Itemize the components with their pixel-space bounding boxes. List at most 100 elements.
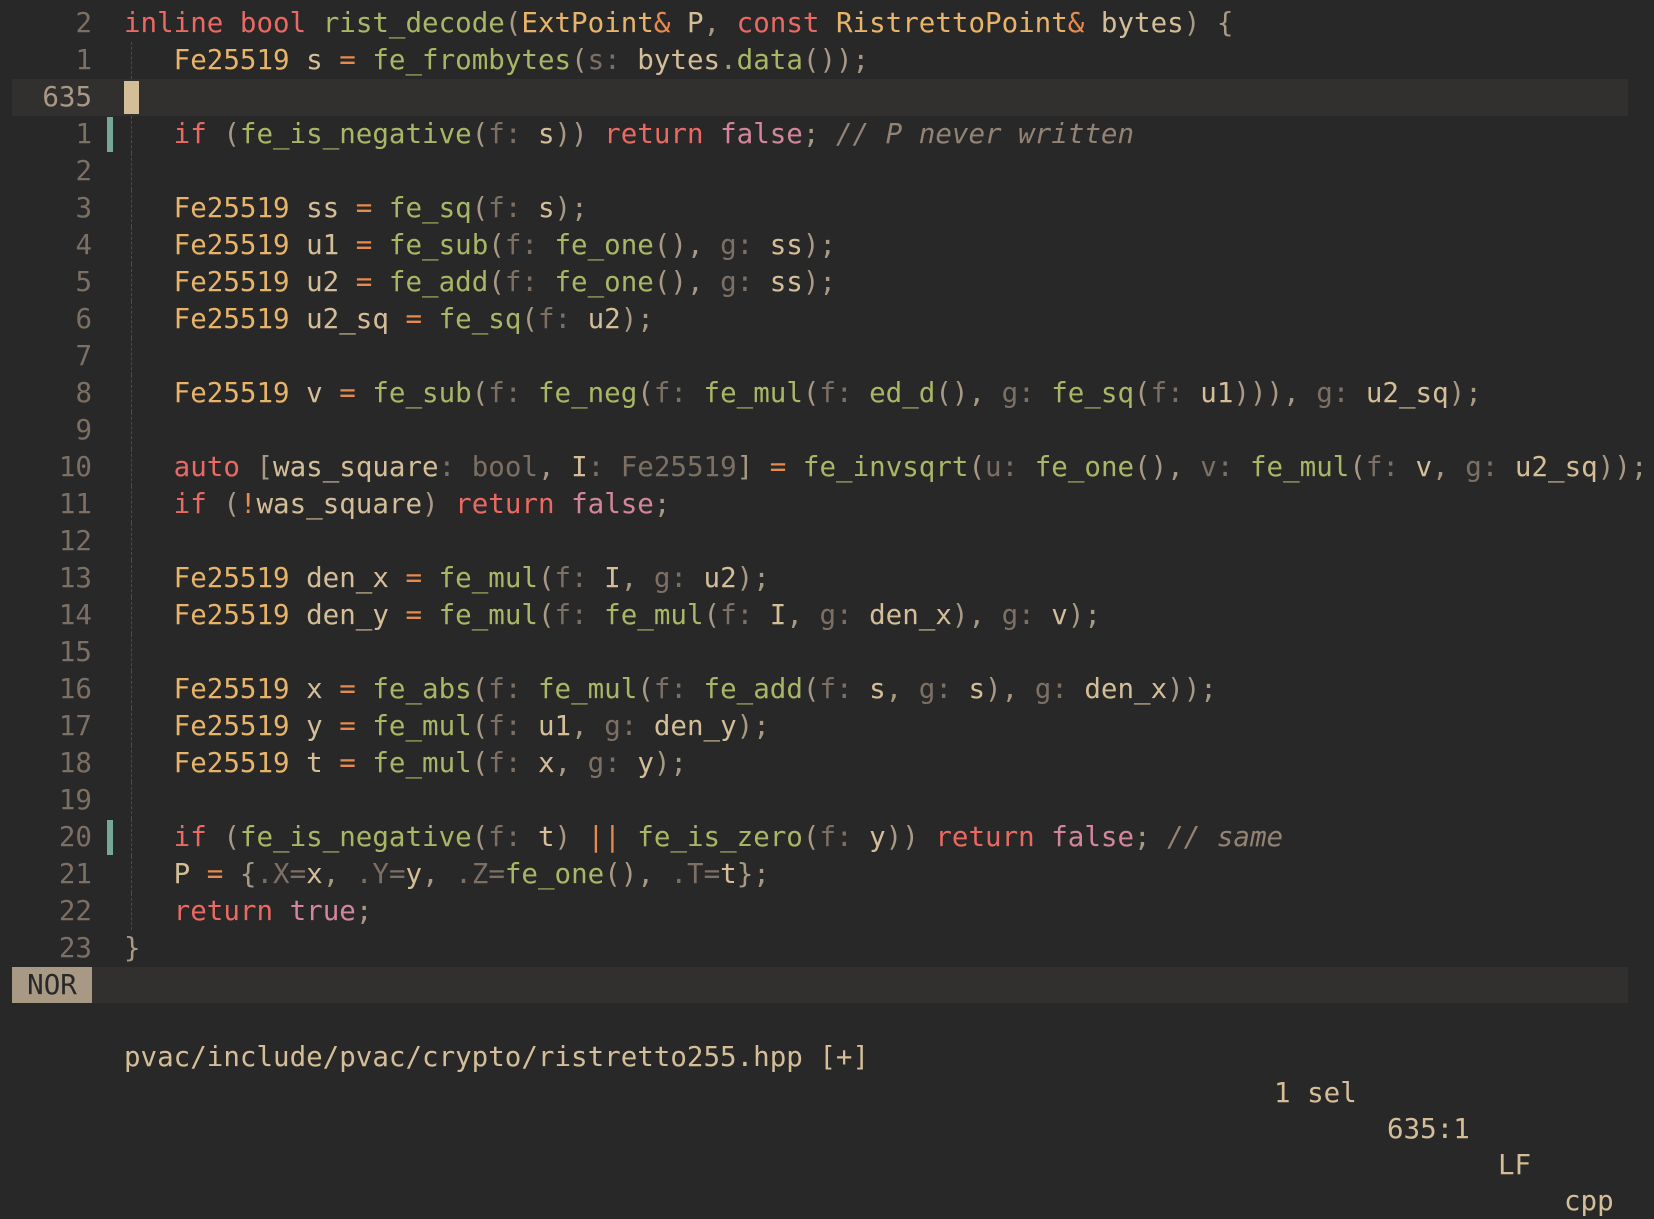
code-line[interactable]: 10 auto [was_square: bool, I: Fe25519] =… <box>0 449 1654 486</box>
code-token: f: <box>819 377 870 409</box>
code-line[interactable]: 12 <box>0 523 1654 560</box>
code-token: I <box>571 451 588 483</box>
code-line[interactable]: 1 Fe25519 s = fe_frombytes(s: bytes.data… <box>0 42 1654 79</box>
code-token: fe_mul <box>438 599 538 631</box>
line-code[interactable]: Fe25519 den_y = fe_mul(f: fe_mul(f: I, g… <box>124 597 1101 634</box>
code-token: , <box>537 451 572 483</box>
code-line[interactable]: 3 Fe25519 ss = fe_sq(f: s); <box>0 190 1654 227</box>
code-token: s <box>306 44 340 76</box>
line-code[interactable]: Fe25519 u2_sq = fe_sq(f: u2); <box>124 301 654 338</box>
line-number: 21 <box>58 858 92 890</box>
code-line[interactable]: 1 if (fe_is_negative(f: s)) return false… <box>0 116 1654 153</box>
code-line[interactable]: 15 <box>0 634 1654 671</box>
code-token: v <box>306 377 340 409</box>
line-code[interactable]: Fe25519 ss = fe_sq(f: s); <box>124 190 588 227</box>
line-code[interactable]: Fe25519 s = fe_frombytes(s: bytes.data()… <box>124 42 869 79</box>
code-token: u2_sq <box>1514 451 1598 483</box>
code-token: = <box>405 599 439 631</box>
line-code[interactable] <box>124 79 139 116</box>
code-token: = <box>769 451 803 483</box>
line-code[interactable]: Fe25519 u1 = fe_sub(f: fe_one(), g: ss); <box>124 227 836 264</box>
line-number: 9 <box>75 414 92 446</box>
code-token: , <box>885 673 919 705</box>
line-code[interactable]: Fe25519 t = fe_mul(f: x, g: y); <box>124 745 687 782</box>
code-token: = <box>405 562 439 594</box>
code-line[interactable]: 20 if (fe_is_negative(f: t) || fe_is_zer… <box>0 819 1654 856</box>
code-line[interactable]: 21 P = {.X=x, .Y=y, .Z=fe_one(), .T=t}; <box>0 856 1654 893</box>
mode-indicator: NOR <box>12 967 92 1003</box>
code-line[interactable]: 19 <box>0 782 1654 819</box>
code-token: fe_sub <box>388 229 489 261</box>
code-line[interactable]: 16 Fe25519 x = fe_abs(f: fe_mul(f: fe_ad… <box>0 671 1654 708</box>
cursor-position: 635:1 <box>1387 1113 1470 1145</box>
line-code[interactable]: if (fe_is_negative(f: s)) return false; … <box>124 116 1134 153</box>
line-number: 13 <box>58 562 92 594</box>
code-token: I <box>604 562 621 594</box>
code-token: g: <box>1034 673 1085 705</box>
code-line[interactable]: 23} <box>0 930 1654 967</box>
code-line[interactable]: 13 Fe25519 den_x = fe_mul(f: I, g: u2); <box>0 560 1654 597</box>
code-line[interactable]: 5 Fe25519 u2 = fe_add(f: fe_one(), g: ss… <box>0 264 1654 301</box>
code-token: f: <box>819 821 870 853</box>
line-code[interactable]: if (!was_square) return false; <box>124 486 671 523</box>
code-token: Fe25519 <box>173 710 307 742</box>
code-line[interactable]: 4 Fe25519 u1 = fe_sub(f: fe_one(), g: ss… <box>0 227 1654 264</box>
code-editor[interactable]: 2 inline bool rist_decode(ExtPoint& P, co… <box>0 5 1654 967</box>
code-token: true <box>289 895 356 927</box>
code-token: v <box>1415 451 1433 483</box>
code-line[interactable]: 2 <box>0 153 1654 190</box>
code-token: return <box>935 821 1052 853</box>
code-line[interactable]: 6 Fe25519 u2_sq = fe_sq(f: u2); <box>0 301 1654 338</box>
code-token: auto <box>173 451 257 483</box>
code-token: fe_sq <box>438 303 522 335</box>
line-code[interactable]: inline bool rist_decode(ExtPoint& P, con… <box>124 5 1233 42</box>
code-line[interactable]: 7 <box>0 338 1654 375</box>
code-token: Fe25519 <box>173 562 307 594</box>
code-token: P <box>686 7 704 39</box>
line-code[interactable]: Fe25519 y = fe_mul(f: u1, g: den_y); <box>124 708 770 745</box>
code-line[interactable]: 9 <box>0 412 1654 449</box>
code-line[interactable]: 8 Fe25519 v = fe_sub(f: fe_neg(f: fe_mul… <box>0 375 1654 412</box>
code-token: f: <box>720 599 770 631</box>
code-token: u: <box>985 451 1035 483</box>
code-token: ) <box>554 821 588 853</box>
code-token: f: <box>819 673 870 705</box>
code-token: f: <box>554 599 605 631</box>
code-token: )) <box>554 118 605 150</box>
code-line[interactable]: 14 Fe25519 den_y = fe_mul(f: fe_mul(f: I… <box>0 597 1654 634</box>
line-code[interactable]: Fe25519 x = fe_abs(f: fe_mul(f: fe_add(f… <box>124 671 1217 708</box>
code-line[interactable]: 18 Fe25519 t = fe_mul(f: x, g: y); <box>0 745 1654 782</box>
line-code[interactable]: Fe25519 v = fe_sub(f: fe_neg(f: fe_mul(f… <box>124 375 1482 412</box>
line-code[interactable]: P = {.X=x, .Y=y, .Z=fe_one(), .T=t}; <box>124 856 770 893</box>
code-token: ( <box>223 821 240 853</box>
code-token: u2_sq <box>306 303 406 335</box>
line-code[interactable]: Fe25519 u2 = fe_add(f: fe_one(), g: ss); <box>124 264 836 301</box>
code-token: g: <box>1316 377 1366 409</box>
code-line[interactable]: 22 return true; <box>0 893 1654 930</box>
code-token: den_y <box>653 710 737 742</box>
line-code[interactable]: Fe25519 den_x = fe_mul(f: I, g: u2); <box>124 560 770 597</box>
code-line[interactable]: 11 if (!was_square) return false; <box>0 486 1654 523</box>
code-token: , <box>620 562 654 594</box>
line-code[interactable]: } <box>124 930 141 967</box>
code-token: = <box>206 858 240 890</box>
code-token: v: <box>1200 451 1250 483</box>
code-token: s <box>869 673 886 705</box>
code-token: ()); <box>802 44 870 76</box>
code-line[interactable]: 2 inline bool rist_decode(ExtPoint& P, co… <box>0 5 1654 42</box>
line-code[interactable]: auto [was_square: bool, I: Fe25519] = fe… <box>124 449 1648 486</box>
code-token: x <box>306 673 340 705</box>
code-token: fe_one <box>1034 451 1135 483</box>
code-token: f: <box>554 562 605 594</box>
line-code[interactable]: return true; <box>124 893 373 930</box>
code-token: ( <box>223 118 240 150</box>
current-line[interactable]: 635 <box>12 79 1628 116</box>
code-line[interactable]: 17 Fe25519 y = fe_mul(f: u1, g: den_y); <box>0 708 1654 745</box>
code-token: f: <box>504 229 555 261</box>
code-token: ( <box>1349 451 1366 483</box>
line-code[interactable]: if (fe_is_negative(f: t) || fe_is_zero(f… <box>124 819 1283 856</box>
